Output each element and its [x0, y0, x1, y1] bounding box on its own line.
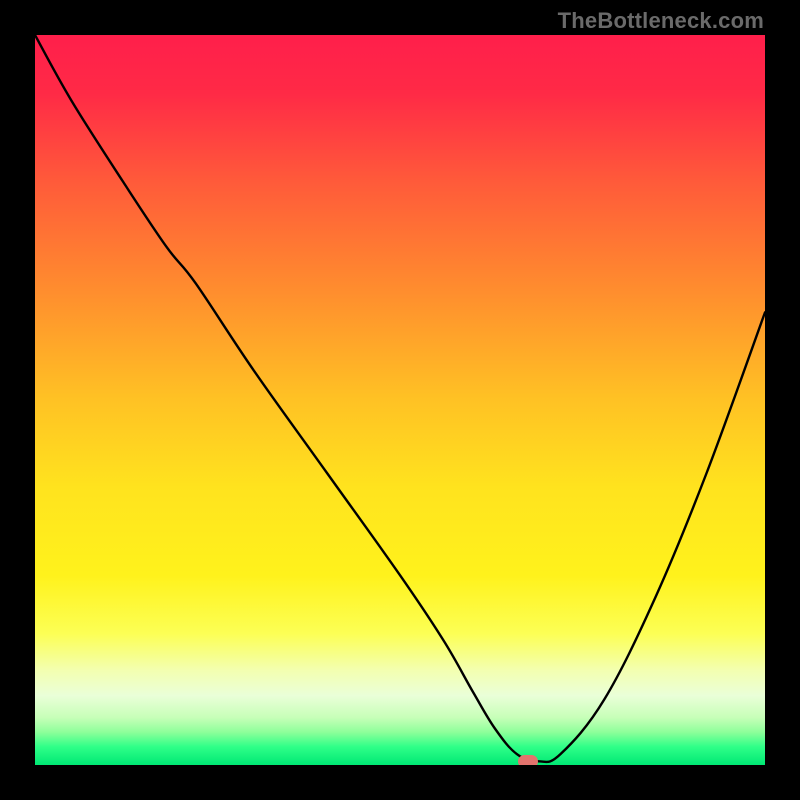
- plot-area: [35, 35, 765, 765]
- watermark-label: TheBottleneck.com: [558, 8, 764, 34]
- optimal-marker: [518, 755, 538, 765]
- bottleneck-curve: [35, 35, 765, 765]
- chart-frame: TheBottleneck.com: [0, 0, 800, 800]
